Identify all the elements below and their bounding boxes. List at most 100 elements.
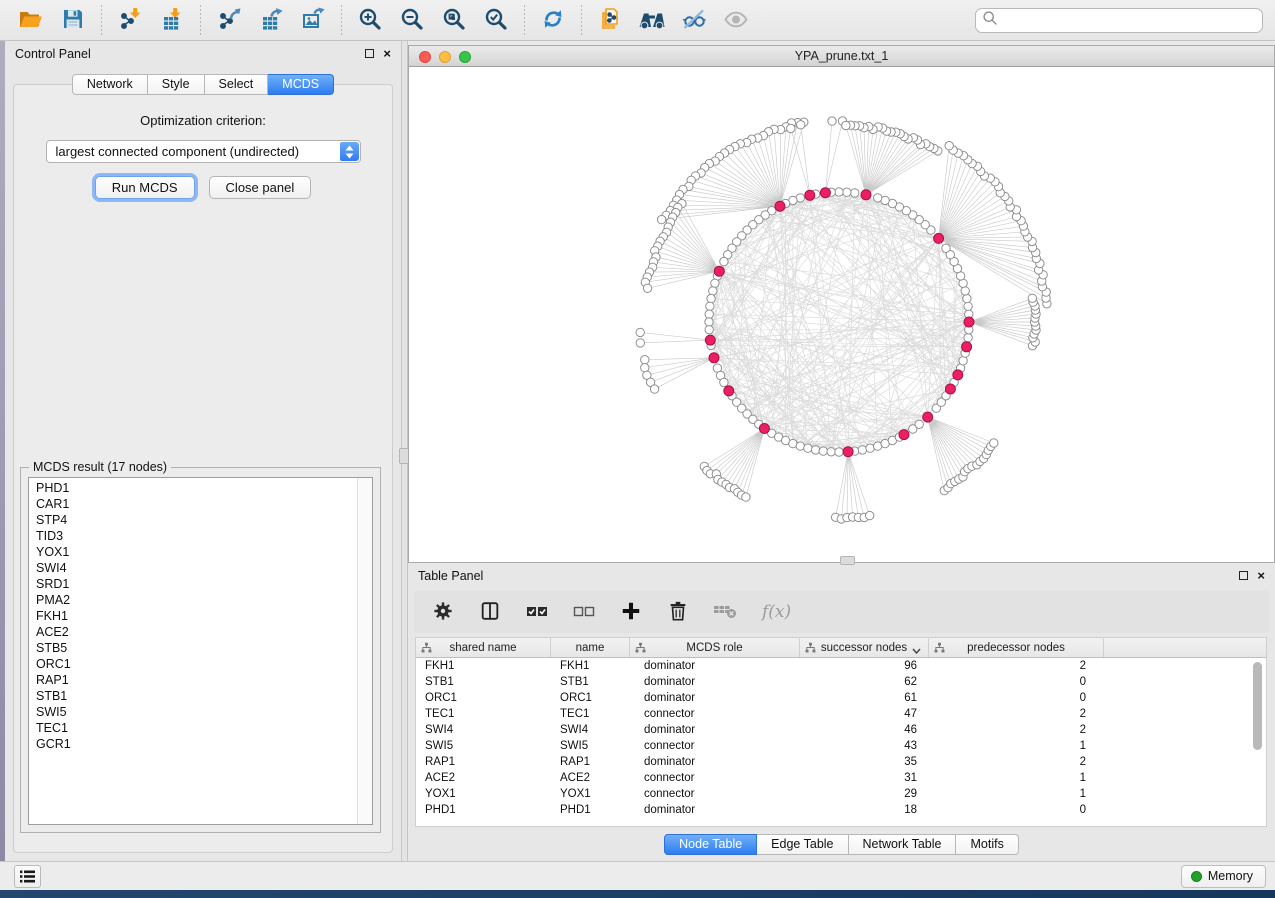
graph-hub-node[interactable] [714,266,724,276]
memory-button[interactable]: Memory [1181,865,1266,888]
graph-node[interactable] [874,194,882,202]
network-canvas[interactable] [409,67,1274,562]
table-scrollbar[interactable] [1253,662,1263,820]
graph-node[interactable] [964,334,972,342]
select-all-rows-button[interactable] [524,599,550,625]
graph-node[interactable] [835,448,843,456]
vertical-splitter[interactable] [401,41,408,861]
zoom-out-button[interactable] [395,4,429,36]
graph-hub-node[interactable] [964,317,974,327]
tab-edge-table[interactable]: Edge Table [757,834,848,855]
mcds-result-item[interactable]: CAR1 [29,496,356,512]
graph-node[interactable] [1028,294,1036,302]
graph-node[interactable] [641,356,649,364]
graph-node[interactable] [742,493,750,501]
graph-node[interactable] [804,444,812,452]
mcds-result-item[interactable]: FKH1 [29,608,356,624]
graph-node[interactable] [711,279,719,287]
graph-node[interactable] [990,439,998,447]
close-panel-icon[interactable]: × [383,49,391,59]
close-panel-button[interactable]: Close panel [209,176,312,199]
graph-node[interactable] [819,447,827,455]
mcds-result-item[interactable]: RAP1 [29,672,356,688]
table-row[interactable]: STB1STB1dominator620 [416,674,1266,690]
mcds-result-item[interactable]: PHD1 [29,480,356,496]
graph-hub-node[interactable] [820,188,830,198]
mcds-result-item[interactable]: PMA2 [29,592,356,608]
mcds-result-item[interactable]: GCR1 [29,736,356,752]
table-row[interactable]: YOX1YOX1connector291 [416,786,1266,802]
float-panel-icon[interactable] [365,49,374,58]
find-button[interactable] [635,4,669,36]
deselect-all-rows-button[interactable] [571,599,597,625]
mcds-result-item[interactable]: TEC1 [29,720,356,736]
table-row[interactable]: ORC1ORC1dominator610 [416,690,1266,706]
graph-hub-node[interactable] [805,190,815,200]
table-settings-button[interactable] [430,599,456,625]
criterion-select[interactable]: largest connected component (undirected) [46,140,361,163]
table-scrollbar-thumb[interactable] [1253,662,1262,750]
graph-node[interactable] [842,121,850,129]
graph-node[interactable] [705,318,713,326]
table-row[interactable]: TEC1TEC1connector472 [416,706,1266,722]
graph-hub-node[interactable] [843,447,853,457]
network-graph[interactable] [409,67,1274,562]
graph-node[interactable] [636,339,644,347]
mcds-result-item[interactable]: SWI5 [29,704,356,720]
graph-node[interactable] [835,188,843,196]
table-row[interactable]: SWI5SWI5connector431 [416,738,1266,754]
zoom-in-button[interactable] [353,4,387,36]
column-header-successor-nodes[interactable]: successor nodes [800,638,929,657]
window-zoom-traffic-light[interactable] [459,51,471,63]
graph-node[interactable] [650,385,658,393]
graph-node[interactable] [811,446,819,454]
mcds-result-item[interactable]: STB5 [29,640,356,656]
graph-node[interactable] [641,364,649,372]
column-header-name[interactable]: name [551,638,630,657]
graph-node[interactable] [720,257,728,265]
graph-hub-node[interactable] [861,190,871,200]
add-column-button[interactable] [618,599,644,625]
hide-selected-button[interactable] [677,4,711,36]
table-row[interactable]: FKH1FKH1dominator962 [416,658,1266,674]
graph-hub-node[interactable] [945,384,955,394]
graph-hub-node[interactable] [705,335,715,345]
search-input[interactable] [998,13,1256,27]
mcds-result-item[interactable]: ORC1 [29,656,356,672]
tab-motifs[interactable]: Motifs [956,834,1018,855]
apply-layout-button[interactable] [536,4,570,36]
run-mcds-button[interactable]: Run MCDS [95,176,195,199]
zoom-selected-button[interactable] [479,4,513,36]
graph-hub-node[interactable] [934,233,944,243]
graph-hub-node[interactable] [724,386,734,396]
tab-style[interactable]: Style [148,74,205,95]
graph-node[interactable] [866,511,874,519]
export-network-button[interactable] [212,4,246,36]
graph-node[interactable] [796,442,804,450]
table-row[interactable]: ACE2ACE2connector311 [416,770,1266,786]
tab-node-table[interactable]: Node Table [664,834,757,855]
graph-node[interactable] [709,287,717,295]
graph-hub-node[interactable] [709,353,719,363]
mcds-result-item[interactable]: SRD1 [29,576,356,592]
graph-node[interactable] [866,444,874,452]
mcds-result-item[interactable]: ACE2 [29,624,356,640]
graph-node[interactable] [961,287,969,295]
mcds-result-item[interactable]: STB1 [29,688,356,704]
graph-node[interactable] [851,189,859,197]
window-close-traffic-light[interactable] [419,51,431,63]
graph-node[interactable] [706,302,714,310]
delete-column-button[interactable] [665,599,691,625]
export-image-button[interactable] [296,4,330,36]
graph-node[interactable] [959,357,967,365]
status-menu-button[interactable] [14,865,41,888]
table-row[interactable]: PHD1PHD1dominator180 [416,802,1266,818]
save-session-button[interactable] [56,4,90,36]
graph-node[interactable] [797,121,805,129]
graph-node[interactable] [643,284,651,292]
clone-network-button[interactable] [593,4,627,36]
tab-mcds[interactable]: MCDS [268,74,334,95]
graph-hub-node[interactable] [953,370,963,380]
mcds-result-item[interactable]: TID3 [29,528,356,544]
graph-node[interactable] [828,117,836,125]
